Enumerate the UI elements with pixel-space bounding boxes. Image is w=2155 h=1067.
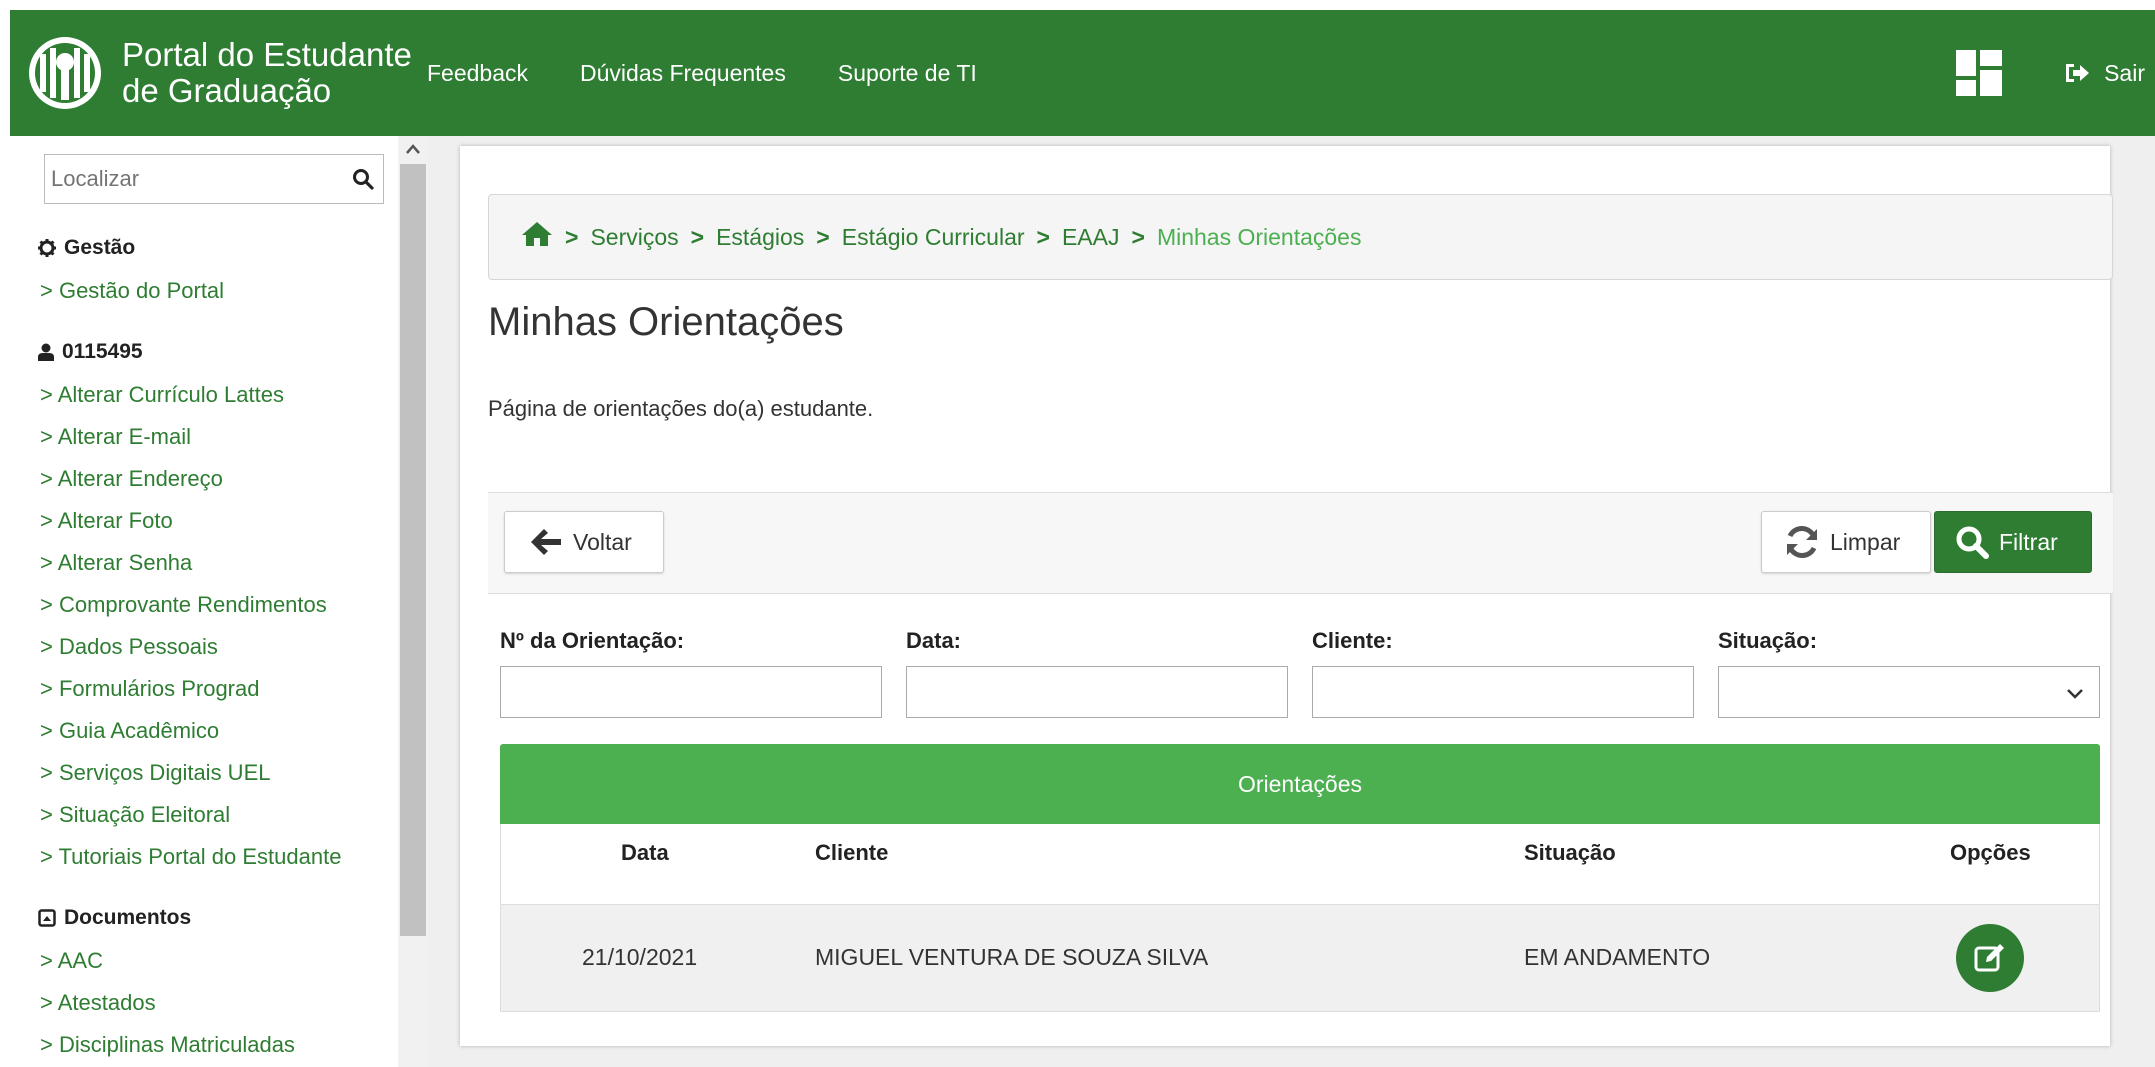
document-icon <box>38 909 56 927</box>
table-title: Orientações <box>1237 770 1362 797</box>
sidebar-item-atestados[interactable]: > Atestados <box>40 990 156 1016</box>
breadcrumb-separator-icon: > <box>690 223 705 250</box>
sidebar-item-alterar-email[interactable]: > Alterar E-mail <box>40 424 191 450</box>
chevron-down-icon <box>2067 689 2083 699</box>
breadcrumb-separator-icon: > <box>1131 223 1145 250</box>
scroll-thumb[interactable] <box>400 164 426 936</box>
arrow-left-icon <box>531 529 561 555</box>
dashboard-grid-icon[interactable] <box>1956 50 2003 96</box>
search-icon <box>1956 526 1989 559</box>
sidebar-item-alterar-curriculo-lattes[interactable]: > Alterar Currículo Lattes <box>40 382 284 408</box>
section-user-title: 0115495 <box>38 340 143 364</box>
sidebar-search-input[interactable] <box>45 155 343 203</box>
numero-orientacao-field <box>500 666 882 718</box>
numero-orientacao-input[interactable] <box>501 667 881 717</box>
filter-label: Filtrar <box>1999 528 2058 555</box>
sidebar-search <box>44 154 384 204</box>
scroll-up-arrow-icon[interactable] <box>398 136 428 162</box>
section-documentos-title: Documentos <box>38 906 191 930</box>
sidebar-item-situacao-eleitoral[interactable]: > Situação Eleitoral <box>40 802 230 828</box>
nav-feedback[interactable]: Feedback <box>427 60 528 87</box>
clear-button[interactable]: Limpar <box>1761 511 1931 573</box>
sidebar-item-guia-academico[interactable]: > Guia Acadêmico <box>40 718 219 744</box>
breadcrumb-eaaj[interactable]: EAAJ <box>1062 224 1120 251</box>
row-situacao-cell: EM ANDAMENTO <box>1524 944 1711 970</box>
filter-button[interactable]: Filtrar <box>1934 511 2092 573</box>
cliente-field <box>1312 666 1694 718</box>
sidebar-item-servicos-digitais-uel[interactable]: > Serviços Digitais UEL <box>40 760 270 786</box>
column-header-cliente: Cliente <box>815 840 889 865</box>
sidebar-item-comprovante-rendimentos[interactable]: > Comprovante Rendimentos <box>40 592 327 618</box>
gear-icon <box>38 239 56 257</box>
row-data-cell: 21/10/2021 <box>582 944 698 970</box>
sidebar-item-tutoriais-portal[interactable]: > Tutoriais Portal do Estudante <box>40 844 341 870</box>
breadcrumb: > Serviços > Estágios > Estágio Curricul… <box>488 194 2113 280</box>
section-documentos-label: Documentos <box>64 906 192 929</box>
search-icon[interactable] <box>343 168 383 190</box>
sidebar: Gestão > Gestão do Portal 0115495 > Alte… <box>10 136 400 1067</box>
breadcrumb-separator-icon: > <box>565 223 579 250</box>
row-cliente-cell: MIGUEL VENTURA DE SOUZA SILVA <box>815 944 1209 970</box>
sidebar-item-aac[interactable]: > AAC <box>40 948 103 974</box>
back-label: Voltar <box>573 528 632 555</box>
numero-orientacao-label: Nº da Orientação: <box>500 628 685 653</box>
nav-duvidas-frequentes[interactable]: Dúvidas Frequentes <box>580 60 786 87</box>
page-title: Minhas Orientações <box>488 300 844 344</box>
top-nav: Feedback Dúvidas Frequentes Suporte de T… <box>427 60 1029 87</box>
data-field <box>906 666 1288 718</box>
sidebar-item-gestao-portal[interactable]: > Gestão do Portal <box>40 278 224 304</box>
sidebar-scrollbar[interactable] <box>398 136 428 1067</box>
logout-button[interactable]: Sair <box>2064 60 2145 87</box>
column-header-data: Data <box>621 840 669 865</box>
cliente-label: Cliente: <box>1312 628 1393 653</box>
nav-suporte-ti[interactable]: Suporte de TI <box>838 60 977 87</box>
table-title-bar: Orientações <box>500 744 2100 824</box>
situacao-label: Situação: <box>1718 628 1818 653</box>
top-header: Portal do Estudante de Graduação Feedbac… <box>10 10 2155 136</box>
back-button[interactable]: Voltar <box>504 511 664 573</box>
breadcrumb-servicos[interactable]: Serviços <box>590 224 678 251</box>
cliente-input[interactable] <box>1313 667 1693 717</box>
sign-out-icon <box>2066 64 2090 82</box>
column-header-situacao: Situação <box>1524 840 1616 865</box>
sidebar-item-dados-pessoais[interactable]: > Dados Pessoais <box>40 634 218 660</box>
portal-brand[interactable]: Portal do Estudante de Graduação <box>122 37 427 109</box>
breadcrumb-estagios[interactable]: Estágios <box>716 224 804 251</box>
data-label: Data: <box>906 628 962 653</box>
page-description: Página de orientações do(a) estudante. <box>488 396 874 421</box>
sidebar-item-disciplinas-matriculadas[interactable]: > Disciplinas Matriculadas <box>40 1032 295 1058</box>
action-toolbar: Voltar Limpar Filtrar <box>488 492 2113 594</box>
breadcrumb-separator-icon: > <box>1036 223 1050 250</box>
edit-icon <box>1974 944 2004 972</box>
brand-line-1: Portal do Estudante <box>122 36 412 73</box>
edit-button[interactable] <box>1956 924 2024 992</box>
sidebar-item-alterar-senha[interactable]: > Alterar Senha <box>40 550 192 576</box>
breadcrumb-current: Minhas Orientações <box>1156 223 1362 250</box>
header-right: Sair <box>1956 10 2145 136</box>
clear-label: Limpar <box>1830 528 1901 555</box>
section-gestao-title: Gestão <box>38 236 135 260</box>
table-row <box>501 904 2099 1011</box>
sidebar-item-formularios-prograd[interactable]: > Formulários Prograd <box>40 676 259 702</box>
brand-line-2: de Graduação <box>122 72 332 109</box>
section-user-label: 0115495 <box>62 340 143 363</box>
section-gestao-label: Gestão <box>64 236 136 259</box>
sidebar-item-alterar-foto[interactable]: > Alterar Foto <box>40 508 173 534</box>
home-icon[interactable] <box>521 221 553 253</box>
refresh-icon <box>1787 526 1817 558</box>
column-header-opcoes: Opções <box>1950 840 2031 865</box>
sidebar-item-alterar-endereco[interactable]: > Alterar Endereço <box>40 466 223 492</box>
data-input[interactable] <box>907 667 1287 717</box>
breadcrumb-estagio-curricular[interactable]: Estágio Curricular <box>842 224 1025 251</box>
user-icon <box>38 343 54 361</box>
uel-logo-icon[interactable] <box>26 34 104 112</box>
breadcrumb-separator-icon: > <box>816 223 830 250</box>
logout-label: Sair <box>2104 59 2145 86</box>
situacao-select[interactable] <box>1718 666 2100 718</box>
